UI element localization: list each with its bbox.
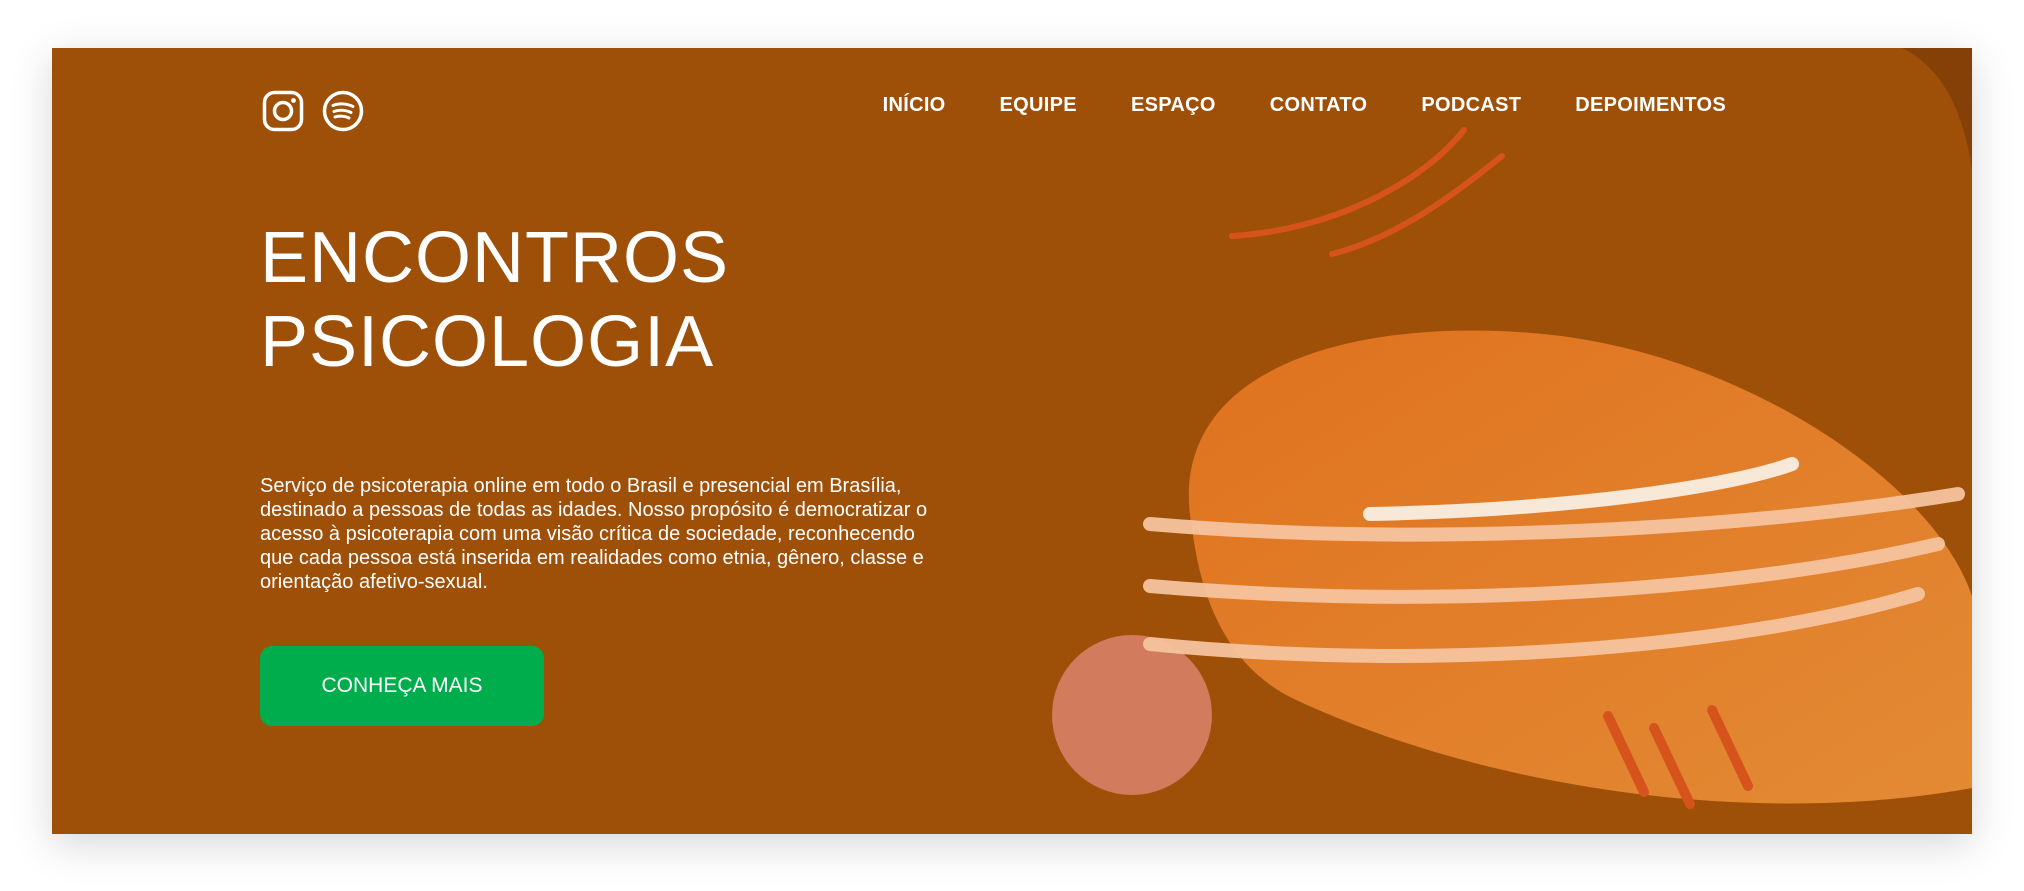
corner-shape: [1902, 48, 1972, 168]
main-nav: INÍCIO EQUIPE ESPAÇO CONTATO PODCAST DEP…: [883, 94, 1726, 117]
hero-section: INÍCIO EQUIPE ESPAÇO CONTATO PODCAST DEP…: [52, 48, 1972, 834]
instagram-icon[interactable]: [262, 90, 304, 132]
background-arc-1: [1229, 127, 1467, 239]
nav-item-inicio[interactable]: INÍCIO: [883, 94, 946, 117]
title-line-1: ENCONTROS: [260, 218, 730, 298]
hero-description: Serviço de psicoterapia online em todo o…: [260, 475, 928, 593]
nav-item-depoimentos[interactable]: DEPOIMENTOS: [1575, 94, 1726, 117]
learn-more-button[interactable]: CONHEÇA MAIS: [260, 646, 544, 726]
nav-item-equipe[interactable]: EQUIPE: [1000, 94, 1077, 117]
pink-circle: [1052, 635, 1212, 795]
nav-item-contato[interactable]: CONTATO: [1270, 94, 1368, 117]
nav-item-espaco[interactable]: ESPAÇO: [1131, 94, 1216, 117]
social-links: [262, 90, 364, 132]
nav-item-podcast[interactable]: PODCAST: [1421, 94, 1521, 117]
title-line-2: PSICOLOGIA: [260, 302, 715, 382]
page-title: ENCONTROS PSICOLOGIA: [260, 216, 729, 384]
spotify-icon[interactable]: [322, 90, 364, 132]
